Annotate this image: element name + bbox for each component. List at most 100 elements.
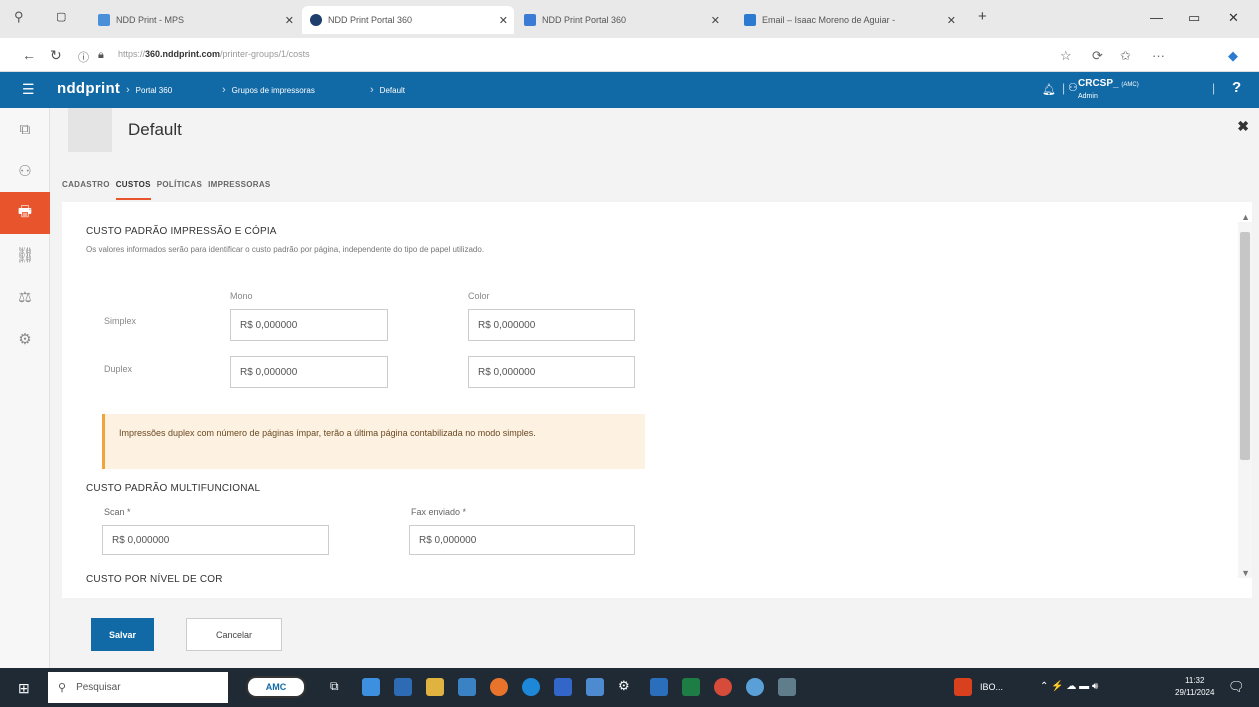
section-title-color-level: CUSTO POR NÍVEL DE COR — [86, 574, 223, 585]
back-icon[interactable]: ← — [22, 47, 36, 63]
app-icon[interactable] — [746, 678, 764, 696]
site-info-icon[interactable]: ⓘ — [78, 49, 89, 65]
url-field[interactable]: https://360.nddprint.com/printer-groups/… — [118, 49, 310, 59]
tab-favicon-icon — [744, 14, 756, 26]
system-tray-icons[interactable]: ⌃ ⚡ ☁ ▬ 🔊︎ — [1040, 681, 1098, 692]
tab-favicon-icon — [524, 14, 536, 26]
browser-tab-4[interactable]: Email – Isaac Moreno de Aguiar - ✕ — [736, 6, 962, 34]
sidebar-item-dashboard[interactable]: ⧉ — [0, 108, 50, 150]
more-icon[interactable]: ··· — [1152, 48, 1165, 63]
task-view-icon[interactable]: ⧉ — [330, 679, 348, 697]
clock-time: 11:32 — [1185, 676, 1205, 685]
duplex-color-input[interactable]: R$ 0,000000 — [468, 356, 635, 388]
page-title: Default — [128, 120, 182, 139]
menu-icon[interactable]: ☰ — [22, 81, 35, 98]
fax-input[interactable]: R$ 0,000000 — [409, 525, 635, 555]
tab-actions-icon[interactable]: ▢ — [56, 10, 66, 23]
favorites-icon[interactable]: ✩ — [1120, 48, 1131, 64]
taskbar-search[interactable]: ⚲ Pesquisar — [48, 672, 228, 703]
save-button[interactable]: Salvar — [91, 618, 154, 651]
tab-custos[interactable]: CUSTOS — [115, 180, 151, 200]
sidebar-item-policies[interactable]: ⚖︎ — [0, 276, 50, 318]
close-icon[interactable]: ✕ — [711, 14, 720, 27]
section-description: Os valores informados serão para identif… — [86, 245, 485, 254]
sidebar-item-settings[interactable]: ⚙︎ — [0, 318, 50, 360]
mail-icon[interactable] — [458, 678, 476, 696]
user-tag: (AMC) — [1121, 82, 1139, 88]
app-logo[interactable]: nddprint — [57, 80, 120, 97]
scan-input[interactable]: R$ 0,000000 — [102, 525, 329, 555]
ibo-app-icon[interactable] — [954, 678, 972, 696]
firefox-icon[interactable] — [490, 678, 508, 696]
amc-label: AMC — [265, 682, 287, 692]
close-icon[interactable]: ✕ — [947, 14, 956, 27]
windows-start-icon[interactable]: ⊞ — [18, 680, 30, 697]
tab-cadastro[interactable]: CADASTRO — [62, 180, 110, 200]
breadcrumb-groups[interactable]: Grupos de impressoras — [222, 84, 315, 96]
app-icon[interactable] — [362, 678, 380, 696]
help-icon[interactable]: ? — [1232, 79, 1241, 96]
chrome-icon[interactable] — [714, 678, 732, 696]
group-thumbnail — [68, 108, 112, 152]
simplex-mono-input[interactable]: R$ 0,000000 — [230, 309, 388, 341]
edge-icon[interactable] — [522, 678, 540, 696]
column-label-mono: Mono — [230, 291, 253, 301]
section-title-multifunctional: CUSTO PADRÃO MULTIFUNCIONAL — [86, 483, 261, 494]
url-prefix: https:// — [118, 49, 146, 59]
settings-icon[interactable]: ⚙ — [618, 678, 636, 696]
gear-icon: ⚙︎ — [18, 331, 32, 348]
scrollbar-thumb[interactable] — [1240, 232, 1250, 460]
tab-impressoras[interactable]: IMPRESSORAS — [208, 180, 270, 200]
minimize-icon[interactable]: — — [1150, 10, 1163, 25]
user-menu[interactable]: CRCSP_ (AMC) Admin — [1078, 78, 1139, 102]
notification-icon[interactable]: 🗨︎ — [1228, 679, 1245, 695]
app-icon[interactable] — [554, 678, 572, 696]
browser-tab-1[interactable]: NDD Print - MPS ✕ — [90, 6, 300, 34]
app-icon[interactable] — [586, 678, 604, 696]
app-icon[interactable] — [650, 678, 668, 696]
tab-label: NDD Print - MPS — [116, 15, 185, 25]
close-icon[interactable]: ✕ — [285, 14, 294, 27]
sidebar-item-hierarchy[interactable]: ⛓︎ — [0, 234, 50, 276]
search-icon: ⚲ — [58, 682, 67, 694]
window-close-icon[interactable]: ✕ — [1228, 10, 1239, 26]
breadcrumb-portal[interactable]: Portal 360 — [126, 84, 172, 96]
tab-politicas[interactable]: POLÍTICAS — [157, 180, 202, 200]
amc-app-button[interactable]: AMC — [246, 676, 306, 698]
ibo-app-label[interactable]: IBO... — [980, 682, 1003, 692]
maximize-icon[interactable]: ▭ — [1188, 10, 1200, 26]
edge-copilot-icon[interactable]: ◆ — [1228, 48, 1238, 64]
close-icon[interactable]: ✕ — [499, 14, 508, 27]
user-role: Admin — [1078, 93, 1098, 100]
notification-bell-icon[interactable]: 🔔︎ — [1042, 83, 1056, 96]
row-label-duplex: Duplex — [104, 364, 133, 374]
extensions-icon[interactable]: ⟳ — [1092, 48, 1103, 64]
file-explorer-icon[interactable] — [426, 678, 444, 696]
browser-tab-2[interactable]: NDD Print Portal 360 ✕ — [302, 6, 514, 34]
duplex-mono-input[interactable]: R$ 0,000000 — [230, 356, 388, 388]
scroll-down-icon[interactable]: ▼ — [1241, 568, 1250, 578]
clock[interactable]: 11:32 29/11/2024 — [1175, 675, 1214, 699]
users-icon: ⚇ — [18, 163, 32, 180]
profile-icon[interactable]: ⚲ — [14, 9, 24, 25]
side-nav: ⧉ ⚇ 🖶︎ ⛓︎ ⚖︎ ⚙︎ — [0, 108, 50, 668]
app-icon[interactable] — [394, 678, 412, 696]
tab-label: NDD Print Portal 360 — [328, 15, 413, 25]
browser-tab-3[interactable]: NDD Print Portal 360 ✕ — [516, 6, 726, 34]
sidebar-item-users[interactable]: ⚇ — [0, 150, 50, 192]
app-icon[interactable] — [778, 678, 796, 696]
search-placeholder: Pesquisar — [76, 682, 121, 693]
cancel-button[interactable]: Cancelar — [186, 618, 282, 651]
new-tab-icon[interactable]: + — [978, 8, 987, 25]
favorite-star-icon[interactable]: ☆ — [1060, 48, 1072, 64]
close-icon[interactable]: ✖ — [1237, 118, 1249, 135]
reload-icon[interactable]: ↻ — [50, 47, 62, 64]
simplex-color-input[interactable]: R$ 0,000000 — [468, 309, 635, 341]
sidebar-item-printers[interactable]: 🖶︎ — [0, 192, 50, 234]
excel-icon[interactable] — [682, 678, 700, 696]
form-actions: Salvar Cancelar — [50, 598, 1259, 668]
divider: | — [1062, 81, 1066, 95]
scroll-up-icon[interactable]: ▲ — [1241, 212, 1250, 222]
browser-tab-bar: ⚲ ▢ NDD Print - MPS ✕ NDD Print Portal 3… — [0, 0, 1259, 38]
fax-label: Fax enviado * — [411, 507, 467, 517]
